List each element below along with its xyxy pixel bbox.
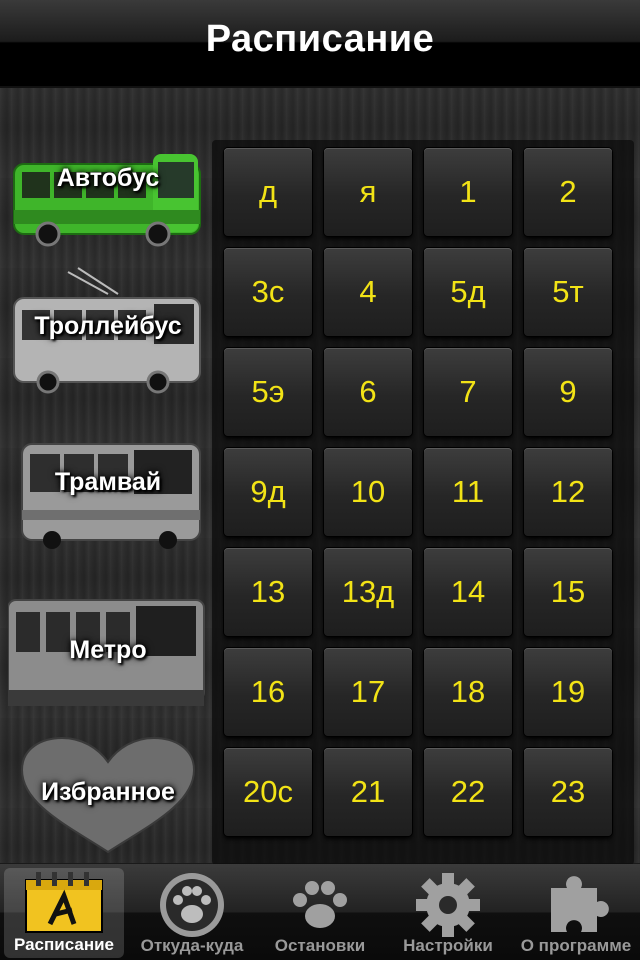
tab-label-stops: Остановки [274, 936, 366, 955]
tab-stops[interactable]: Остановки [256, 864, 384, 960]
main-content: Автобус Троллейбус Трамвай Метро Избранн… [0, 88, 640, 865]
sidebar-label-favorites: Избранное [41, 778, 175, 806]
paw-icon [293, 881, 347, 928]
page-title: Расписание [205, 18, 435, 60]
schedule-calendar-icon [25, 872, 103, 933]
route-button[interactable]: 19 [524, 648, 612, 736]
sidebar-item-metro[interactable]: Метро [8, 580, 208, 710]
route-button[interactable]: 5т [524, 248, 612, 336]
route-button[interactable]: 20с [224, 748, 312, 836]
route-button[interactable]: 9д [224, 448, 312, 536]
sidebar-item-bus[interactable]: Автобус [8, 118, 208, 248]
tab-schedule[interactable]: Расписание [4, 868, 124, 958]
sidebar-label-bus: Автобус [56, 164, 160, 192]
route-button[interactable]: 23 [524, 748, 612, 836]
route-button[interactable]: 16 [224, 648, 312, 736]
tab-settings[interactable]: Настройки [384, 864, 512, 960]
route-button[interactable]: д [224, 148, 312, 236]
route-button[interactable]: 18 [424, 648, 512, 736]
sidebar-item-tram[interactable]: Трамвай [8, 422, 208, 552]
route-button[interactable]: 5д [424, 248, 512, 336]
route-button[interactable]: 13 [224, 548, 312, 636]
route-button[interactable]: 9 [524, 348, 612, 436]
tab-label-settings: Настройки [403, 936, 493, 955]
route-button[interactable]: 2 [524, 148, 612, 236]
sidebar-label-tram: Трамвай [54, 468, 162, 496]
tab-about[interactable]: О программе [512, 864, 640, 960]
sidebar-label-metro: Метро [69, 636, 147, 664]
tab-label-about: О программе [520, 936, 632, 955]
route-button[interactable]: 11 [424, 448, 512, 536]
route-button[interactable]: 13д [324, 548, 412, 636]
route-button[interactable]: 3с [224, 248, 312, 336]
tab-bar: Расписание Откуда-куда Остановки Настрой… [0, 864, 640, 960]
route-button[interactable]: я [324, 148, 412, 236]
paw-circle-icon [160, 873, 224, 937]
tab-label-from-to: Откуда-куда [140, 936, 244, 955]
route-button[interactable]: 10 [324, 448, 412, 536]
tab-label-schedule: Расписание [13, 935, 115, 954]
route-button[interactable]: 12 [524, 448, 612, 536]
sidebar-item-trolleybus[interactable]: Троллейбус [8, 264, 208, 394]
route-button[interactable]: 4 [324, 248, 412, 336]
route-button[interactable]: 1 [424, 148, 512, 236]
route-button[interactable]: 7 [424, 348, 512, 436]
route-button[interactable]: 5э [224, 348, 312, 436]
sidebar-item-favorites[interactable]: Избранное [8, 734, 208, 864]
route-button[interactable]: 15 [524, 548, 612, 636]
route-button[interactable]: 6 [324, 348, 412, 436]
route-button[interactable]: 22 [424, 748, 512, 836]
sidebar-label-trolleybus: Троллейбус [34, 312, 182, 340]
tab-from-to[interactable]: Откуда-куда [128, 864, 256, 960]
puzzle-icon [551, 876, 609, 932]
route-button[interactable]: 21 [324, 748, 412, 836]
route-button[interactable]: 14 [424, 548, 512, 636]
route-button[interactable]: 17 [324, 648, 412, 736]
navigation-bar: Расписание [0, 0, 640, 88]
gear-icon [416, 873, 480, 937]
